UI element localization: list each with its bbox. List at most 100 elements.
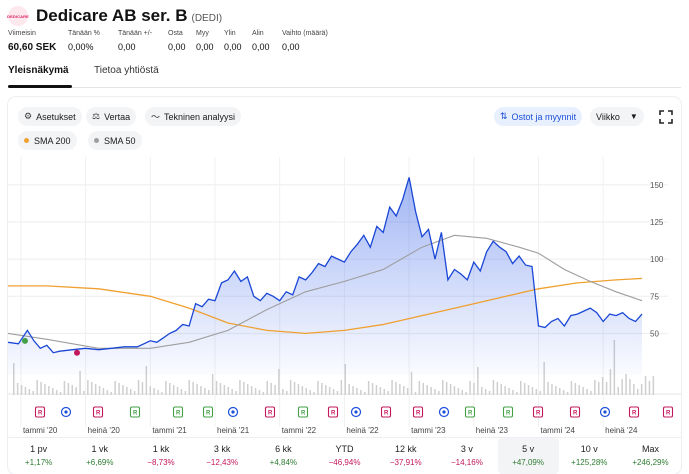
volume-bar	[118, 383, 120, 395]
stat-low: Alin 0,00	[252, 30, 282, 53]
volume-bar	[305, 388, 307, 395]
period-1d[interactable]: 1 pv +1,17%	[8, 438, 69, 474]
volume-bar	[40, 382, 42, 395]
volume-bar	[235, 391, 237, 395]
volume-bar	[566, 392, 569, 395]
volume-bar	[130, 389, 132, 395]
stat-today-pct: Tänään % 0,00%	[68, 30, 118, 53]
price-chart[interactable]: R R R R R R R R R R R R R R R R 50 75 100 125 150 tammi '20…	[8, 97, 681, 437]
x-axis: tammi '20 heinä '20 tammi '21 heinä '21 tamm…	[23, 426, 638, 435]
period-12m[interactable]: 12 kk −37,91%	[375, 438, 436, 474]
volume-bar	[227, 387, 229, 395]
volume-bar	[442, 380, 444, 395]
volume-bar	[313, 392, 315, 395]
period-label: 3 v	[460, 444, 473, 454]
tab-company-info[interactable]: Tietoa yhtiöstä	[94, 65, 159, 76]
volume-bar	[449, 384, 452, 395]
y-tick-label: 125	[650, 218, 664, 227]
volume-bar	[180, 389, 183, 395]
stat-volume: Vaihto (määrä) 0,00	[282, 30, 352, 53]
volume-bar	[375, 385, 378, 395]
volume-bar	[325, 385, 327, 395]
volume-bar	[153, 388, 155, 395]
volume-bar	[601, 377, 604, 395]
volume-bar	[414, 392, 417, 395]
period-3m[interactable]: 3 kk −12,43%	[192, 438, 253, 474]
volume-bar	[617, 387, 619, 395]
volume-bar	[71, 385, 73, 395]
company-logo: DEDICARE	[7, 6, 29, 26]
volume-bar	[535, 389, 538, 395]
period-max[interactable]: Max +246,29%	[620, 438, 681, 474]
event-marker-letter: R	[38, 411, 43, 417]
logo-text: DEDICARE	[7, 13, 29, 19]
volume-bar	[266, 381, 268, 395]
event-marker-center	[64, 410, 68, 414]
volume-bar	[149, 386, 151, 395]
volume-bar	[309, 390, 311, 395]
tab-overview[interactable]: Yleisnäkymä	[8, 65, 69, 76]
event-marker-letter: R	[573, 411, 578, 417]
volume-bar	[403, 386, 405, 395]
volume-bar	[83, 391, 85, 395]
volume-bar	[36, 380, 38, 395]
stat-value: 0,00	[224, 42, 242, 52]
period-3y[interactable]: 3 v −14,16%	[436, 438, 497, 474]
stat-label: Myy	[196, 30, 209, 37]
volume-bar	[176, 387, 179, 395]
x-tick-label: tammi '23	[411, 426, 446, 435]
event-marker-letter: R	[416, 411, 421, 417]
event-marker-letter: R	[176, 411, 181, 417]
volume-bar	[328, 387, 331, 395]
volume-bar	[24, 387, 27, 395]
volume-bar	[254, 388, 257, 395]
x-tick-label: tammi '24	[540, 426, 575, 435]
volume-bar	[87, 380, 89, 395]
volume-bar	[348, 384, 350, 395]
volume-bar	[605, 382, 608, 395]
volume-bar	[52, 388, 54, 395]
price-area-fill	[8, 177, 642, 375]
period-change: +1,17%	[24, 458, 53, 467]
x-tick-label: heinä '23	[476, 426, 509, 435]
stat-label: Ylin	[224, 30, 236, 37]
period-label: YTD	[335, 444, 354, 454]
period-change: +4,84%	[269, 458, 298, 467]
period-1w[interactable]: 1 vk +6,69%	[69, 438, 130, 474]
stat-bid: Osta 0,00	[168, 30, 196, 53]
stat-value: 0,00	[282, 42, 300, 52]
volume-bar	[395, 382, 397, 395]
event-marker-letter: R	[666, 411, 671, 417]
period-change: −8,73%	[147, 458, 175, 467]
period-10y[interactable]: 10 v +125,28%	[559, 438, 620, 474]
stat-value: 0,00%	[68, 42, 94, 52]
period-label: 5 v	[522, 444, 535, 454]
volume-bar	[297, 384, 300, 395]
volume-bar	[559, 388, 561, 395]
period-1m[interactable]: 1 kk −8,73%	[130, 438, 191, 474]
volume-bar	[555, 386, 557, 395]
volume-bar	[527, 385, 530, 395]
volume-bar	[465, 392, 467, 395]
period-ytd[interactable]: YTD −46,94%	[314, 438, 375, 474]
volume-bar	[644, 376, 647, 395]
period-change: −46,94%	[328, 458, 361, 467]
volume-bar	[122, 385, 124, 395]
event-marker-letter: R	[384, 411, 389, 417]
volume-bar	[445, 382, 448, 395]
volume-bar	[63, 381, 66, 395]
period-6m[interactable]: 6 kk +4,84%	[253, 438, 314, 474]
volume-bar	[496, 382, 499, 395]
event-marker-letter: R	[506, 411, 511, 417]
volume-bar	[55, 390, 58, 395]
event-marker-center	[603, 410, 607, 414]
volume-bar	[434, 389, 436, 395]
event-marker-letter: R	[301, 411, 306, 417]
volume-bar	[539, 391, 541, 395]
period-5y[interactable]: 5 v +47,09%	[497, 438, 559, 474]
volume-bar	[188, 380, 190, 395]
volume-bar	[247, 384, 249, 395]
period-change: +246,29%	[632, 458, 669, 467]
volume-bar	[438, 391, 440, 395]
volume-bar	[106, 390, 109, 395]
